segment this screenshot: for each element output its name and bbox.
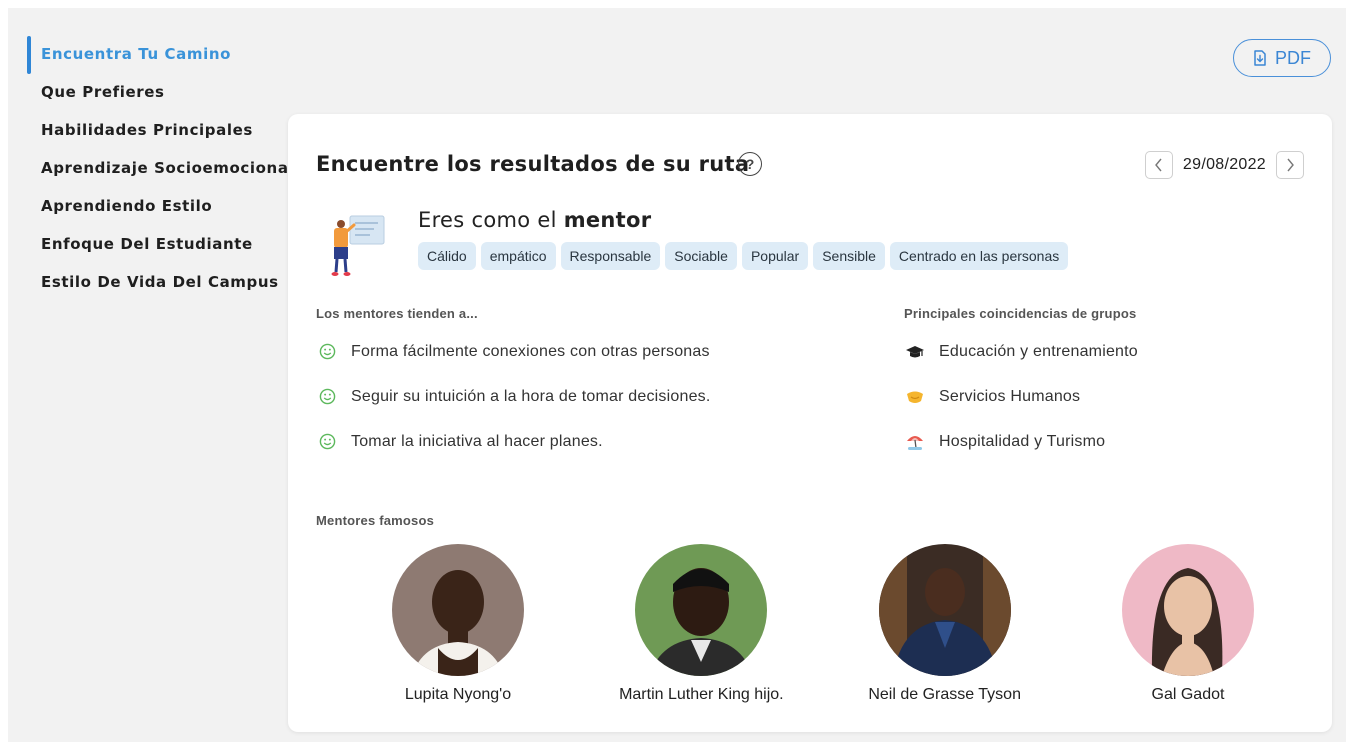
- date-navigator: 29/08/2022: [1144, 151, 1304, 179]
- tendencies-label: Los mentores tienden a...: [316, 306, 478, 321]
- famous-person-name: Martin Luther King hijo.: [619, 686, 784, 703]
- current-date: 29/08/2022: [1182, 156, 1266, 173]
- profile-type: mentor: [563, 208, 652, 232]
- famous-person: Martin Luther King hijo.: [601, 544, 801, 704]
- page-title: Encuentre los resultados de su ruta: [316, 152, 750, 176]
- trait-tag: empático: [480, 242, 556, 270]
- list-item: Hospitalidad y Turismo: [904, 419, 1138, 464]
- trait-tag: Sensible: [813, 242, 885, 270]
- trait-tag: Responsable: [560, 242, 661, 270]
- famous-person: Lupita Nyong'o: [358, 544, 558, 704]
- trait-tag: Centrado en las personas: [889, 242, 1069, 270]
- sidebar-item-encuentra-tu-camino[interactable]: Encuentra Tu Camino: [27, 36, 287, 80]
- pdf-button-label: PDF: [1275, 47, 1311, 68]
- avatar: [635, 544, 768, 676]
- handshake-icon: [904, 386, 926, 408]
- smiley-icon: [316, 341, 338, 363]
- profile-prefix: Eres como el: [418, 208, 564, 232]
- help-icon[interactable]: ?: [738, 152, 762, 176]
- famous-label: Mentores famosos: [316, 513, 435, 528]
- file-download-icon: [1253, 50, 1267, 66]
- famous-person-name: Gal Gadot: [1151, 686, 1225, 703]
- groups-label: Principales coincidencias de grupos: [904, 306, 1137, 321]
- list-item: Seguir su intuición a la hora de tomar d…: [316, 374, 711, 419]
- famous-person-name: Neil de Grasse Tyson: [868, 686, 1021, 703]
- famous-person: Gal Gadot: [1088, 544, 1288, 704]
- famous-mentors: Lupita Nyong'o Martin Luther King hijo.: [358, 544, 1288, 704]
- smiley-icon: [316, 386, 338, 408]
- famous-person-name: Lupita Nyong'o: [404, 686, 512, 703]
- page-background: Encuentra Tu Camino Que Prefieres Habili…: [8, 8, 1346, 742]
- avatar: [1121, 544, 1254, 676]
- list-item: Tomar la iniciativa al hacer planes.: [316, 419, 711, 464]
- avatar: [392, 544, 524, 676]
- sidebar-item-habilidades-principales[interactable]: Habilidades Principales: [27, 118, 287, 156]
- famous-person: Neil de Grasse Tyson: [845, 544, 1045, 704]
- sidebar-item-aprendizaje-socioemocional[interactable]: Aprendizaje Socioemocional: [27, 156, 294, 194]
- list-item: Forma fácilmente conexiones con otras pe…: [316, 329, 711, 374]
- avatar: [878, 544, 1011, 676]
- sidebar: Encuentra Tu Camino Que Prefieres Habili…: [27, 36, 294, 308]
- previous-date-button[interactable]: [1144, 151, 1173, 179]
- trait-tags: Cálido empático Responsable Sociable Pop…: [418, 242, 1069, 270]
- smiley-icon: [316, 431, 338, 453]
- tendencies-list: Forma fácilmente conexiones con otras pe…: [316, 329, 711, 464]
- sidebar-item-enfoque-del-estudiante[interactable]: Enfoque Del Estudiante: [27, 232, 287, 270]
- mentor-illustration-icon: [324, 210, 388, 282]
- trait-tag: Sociable: [665, 242, 737, 270]
- group-text: Hospitalidad y Turismo: [939, 432, 1106, 450]
- groups-list: Educación y entrenamiento Servicios Huma…: [904, 329, 1138, 464]
- group-text: Educación y entrenamiento: [939, 342, 1138, 360]
- group-text: Servicios Humanos: [939, 387, 1081, 405]
- tendency-text: Seguir su intuición a la hora de tomar d…: [351, 387, 711, 405]
- chevron-right-icon: [1287, 158, 1294, 172]
- chevron-left-icon: [1155, 158, 1162, 172]
- pdf-download-button[interactable]: PDF: [1233, 39, 1331, 77]
- next-date-button[interactable]: [1276, 151, 1304, 179]
- list-item: Servicios Humanos: [904, 374, 1138, 419]
- beach-umbrella-icon: [904, 431, 926, 453]
- sidebar-item-estilo-de-vida-del-campus[interactable]: Estilo De Vida Del Campus: [27, 270, 287, 308]
- tendency-text: Tomar la iniciativa al hacer planes.: [351, 432, 603, 450]
- results-card: Encuentre los resultados de su ruta ? 29…: [288, 114, 1332, 732]
- trait-tag: Popular: [741, 242, 809, 270]
- sidebar-item-que-prefieres[interactable]: Que Prefieres: [27, 80, 287, 118]
- sidebar-item-aprendiendo-estilo[interactable]: Aprendiendo Estilo: [27, 194, 287, 232]
- list-item: Educación y entrenamiento: [904, 329, 1138, 374]
- tendency-text: Forma fácilmente conexiones con otras pe…: [351, 342, 710, 360]
- trait-tag: Cálido: [418, 242, 476, 270]
- profile-heading: Eres como el mentor: [418, 208, 651, 232]
- graduation-cap-icon: [904, 341, 926, 363]
